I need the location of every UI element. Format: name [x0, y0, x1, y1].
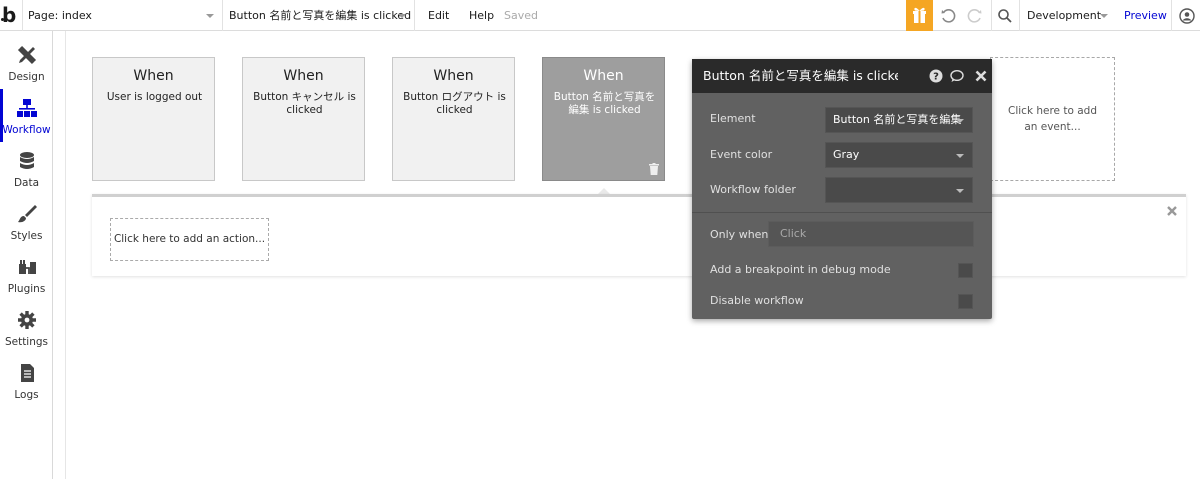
add-action-button[interactable]: Click here to add an action...: [110, 218, 269, 261]
only-when-label: Only when: [710, 228, 769, 241]
chevron-down-icon: [956, 119, 964, 123]
disable-workflow-label: Disable workflow: [710, 294, 804, 307]
database-icon: [20, 152, 34, 169]
brush-icon: [18, 205, 37, 223]
svg-text:?: ?: [933, 72, 939, 83]
property-editor: Button 名前と写真を編集 is clicked ? Element But…: [692, 59, 992, 319]
comment-icon[interactable]: [950, 69, 964, 83]
page-selector[interactable]: Page: index: [28, 0, 92, 31]
divider: [692, 212, 992, 213]
event-card[interactable]: When User is logged out: [92, 57, 215, 181]
sidebar-item-label: Workflow: [2, 124, 51, 136]
divider: [991, 0, 992, 31]
redo-icon: [967, 8, 982, 23]
element-dropdown[interactable]: Button 名前と写真を編集: [825, 107, 973, 133]
breakpoint-checkbox[interactable]: [958, 263, 973, 278]
only-when-input[interactable]: Click: [768, 221, 974, 247]
plug-icon: [19, 260, 36, 274]
event-card[interactable]: When Button ログアウト is clicked: [392, 57, 515, 181]
sidebar-item-settings[interactable]: Settings: [0, 301, 53, 354]
event-card-selected[interactable]: When Button 名前と写真を編集 is clicked: [542, 57, 665, 181]
workflow-icon: [17, 99, 37, 117]
sidebar-item-label: Design: [8, 71, 45, 83]
chevron-down-icon[interactable]: [1100, 14, 1108, 18]
sidebar-item-label: Styles: [10, 230, 43, 242]
element-label: Element: [710, 112, 756, 125]
close-icon[interactable]: [974, 69, 988, 83]
design-icon: [17, 45, 37, 65]
document-icon: [21, 364, 34, 382]
top-bar: b Page: index Button 名前と写真を編集 is clicked…: [0, 0, 1200, 31]
event-card[interactable]: When Button キャンセル is clicked: [242, 57, 365, 181]
workflow-folder-dropdown[interactable]: [825, 177, 973, 203]
redo-button[interactable]: [962, 0, 988, 31]
chevron-down-icon: [956, 154, 964, 158]
gear-icon: [18, 311, 36, 329]
user-icon: [1179, 7, 1195, 24]
sidebar-item-styles[interactable]: Styles: [0, 195, 53, 248]
trash-icon[interactable]: [649, 163, 659, 175]
divider: [1171, 0, 1172, 31]
sidebar-item-label: Logs: [14, 389, 39, 401]
bubble-logo[interactable]: b: [0, 0, 22, 31]
sidebar-item-logs[interactable]: Logs: [0, 354, 53, 407]
help-icon[interactable]: ?: [929, 69, 943, 83]
preview-link[interactable]: Preview: [1124, 0, 1167, 31]
divider: [22, 0, 23, 31]
event-description: Button キャンセル is clicked: [253, 91, 356, 116]
divider: [414, 0, 415, 31]
undo-icon: [941, 8, 956, 23]
left-sidebar: Design Workflow Data Styles Plugins Sett…: [0, 31, 53, 479]
breakpoint-label: Add a breakpoint in debug mode: [710, 263, 891, 276]
element-value: Button 名前と写真を編集: [833, 113, 962, 126]
event-color-dropdown[interactable]: Gray: [825, 142, 973, 168]
event-description: User is logged out: [106, 91, 203, 103]
sidebar-item-label: Data: [13, 177, 40, 189]
menu-help[interactable]: Help: [469, 0, 494, 31]
event-when: When: [583, 68, 624, 84]
add-event-label: Click here to add an event...: [1008, 105, 1097, 133]
gift-button[interactable]: [906, 0, 933, 31]
search-icon: [998, 8, 1012, 23]
event-description: Button ログアウト is clicked: [403, 91, 506, 116]
divider: [1019, 0, 1020, 31]
save-status: Saved: [504, 9, 538, 22]
event-color-value: Gray: [833, 148, 860, 161]
sidebar-item-design[interactable]: Design: [0, 36, 53, 89]
event-description: Button 名前と写真を編集 is clicked: [553, 91, 656, 116]
chevron-down-icon[interactable]: [206, 14, 214, 18]
close-icon[interactable]: [1166, 205, 1178, 217]
property-editor-title: Button 名前と写真を編集 is clicked: [703, 68, 898, 83]
action-panel: Click here to add an action...: [92, 194, 1186, 276]
account-button[interactable]: [1176, 0, 1198, 31]
workflow-folder-label: Workflow folder: [710, 183, 796, 196]
sidebar-item-workflow[interactable]: Workflow: [0, 89, 53, 142]
chevron-down-icon[interactable]: [398, 14, 406, 18]
sidebar-item-label: Settings: [4, 336, 49, 348]
add-event-button[interactable]: Click here to add an event...: [990, 57, 1115, 181]
menu-edit[interactable]: Edit: [428, 0, 449, 31]
sidebar-item-data[interactable]: Data: [0, 142, 53, 195]
disable-workflow-checkbox[interactable]: [958, 294, 973, 309]
environment-selector[interactable]: Development: [1027, 0, 1101, 31]
gift-icon: [913, 7, 926, 23]
undo-button[interactable]: [935, 0, 961, 31]
sidebar-divider: [53, 31, 66, 479]
property-editor-header: Button 名前と写真を編集 is clicked ?: [692, 59, 992, 93]
sidebar-item-plugins[interactable]: Plugins: [0, 248, 53, 301]
chevron-down-icon: [956, 189, 964, 193]
sidebar-item-label: Plugins: [7, 283, 46, 295]
event-when: When: [283, 68, 324, 84]
event-when: When: [433, 68, 474, 84]
event-color-label: Event color: [710, 148, 773, 161]
event-when: When: [133, 68, 174, 84]
search-button[interactable]: [993, 0, 1017, 31]
divider: [222, 0, 223, 31]
workflow-selector[interactable]: Button 名前と写真を編集 is clicked: [229, 0, 411, 31]
